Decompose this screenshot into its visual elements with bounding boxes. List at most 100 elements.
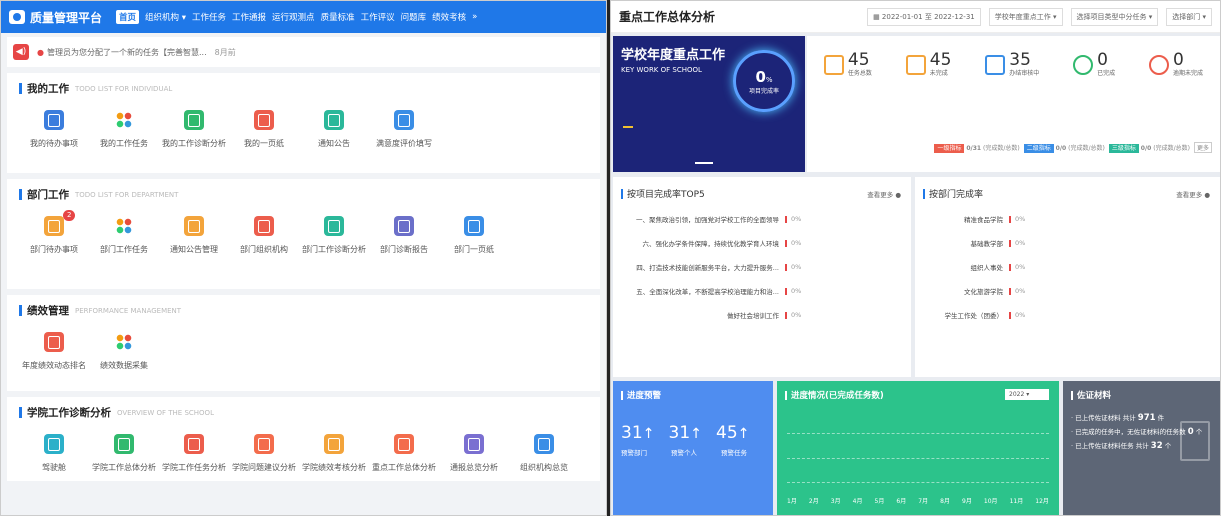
rank-row[interactable]: 组织人事处 0% — [923, 262, 1212, 272]
shortcut-item[interactable]: 学院绩效考核分析 — [299, 434, 369, 473]
app-brand[interactable]: 质量管理平台 — [9, 9, 102, 26]
shortcut-label: 部门诊断报告 — [380, 245, 428, 254]
shortcut-item[interactable]: 部门诊断报告 — [369, 216, 439, 255]
stat-tile[interactable]: 0 逾期未完成 — [1149, 52, 1203, 77]
stat-tile[interactable]: 45 任务总数 — [823, 52, 872, 77]
shortcut-item[interactable]: 部门工作诊断分析 — [299, 216, 369, 255]
structure-icon — [534, 434, 554, 454]
rank-row[interactable]: 基础教学部 0% — [923, 238, 1212, 248]
shortcut-item[interactable]: 学院工作总体分析 — [89, 434, 159, 473]
levels-more-button[interactable]: 更多 — [1193, 142, 1212, 153]
dept-more-link[interactable]: 查看更多 ● — [1176, 189, 1210, 199]
section-title: 学院工作诊断分析 — [27, 407, 111, 419]
section-card: 我的工作 TODO LIST FOR INDIVIDUAL 我的待办事项 我的工作任务… — [7, 73, 600, 173]
level-tag: 二级指标 — [1023, 144, 1054, 153]
section-subtitle: TODO LIST FOR INDIVIDUAL — [75, 84, 173, 93]
stat-tile[interactable]: 35 办结审核中 — [985, 52, 1039, 77]
stat-value: 45 — [929, 50, 952, 70]
dots-grid-icon — [114, 216, 134, 236]
shortcut-item[interactable]: 部门组织机构 — [229, 216, 299, 255]
year-select[interactable]: 2022 ▾ — [1005, 389, 1049, 400]
rank-row[interactable]: 一、聚焦政治引领，加强党对学校工作的全面领导 0% — [621, 214, 903, 224]
evidence-text: 已完成的任务中，无佐证材料的任务数 — [1075, 428, 1186, 436]
rank-label: 四、打造技术技能创新服务平台，大力提升服务... — [636, 264, 779, 272]
notice-time: 8月前 — [214, 47, 236, 57]
stat-tile[interactable]: 0 已完成 — [1073, 52, 1115, 77]
shortcut-label: 学院工作任务分析 — [162, 463, 226, 472]
shortcut-item[interactable]: 部门一页纸 — [439, 216, 509, 255]
warning-task-count[interactable]: 45↑ — [716, 423, 750, 443]
shortcut-item[interactable]: 2 部门待办事项 — [19, 210, 89, 255]
nav-bulletin[interactable]: 工作通报 — [232, 11, 266, 23]
level-indicator[interactable]: 三级指标 0/0 (完成数/总数) — [1108, 143, 1190, 153]
rank-bar — [1009, 215, 1011, 223]
rank-bar — [785, 287, 787, 295]
completion-unit: % — [765, 75, 773, 84]
shortcut-item[interactable]: 重点工作总体分析 — [369, 434, 439, 473]
rank-row[interactable]: 学生工作处（团委） 0% — [923, 310, 1212, 320]
key-work-analysis-panel: 重点工作总体分析 ▦ 2022-01-01 至 2022-12-31 学校年度重… — [610, 0, 1221, 516]
nav-tasks[interactable]: 工作任务 — [192, 11, 226, 23]
progress-chart-grid — [787, 433, 1049, 483]
stat-tile[interactable]: 45 未完成 — [905, 50, 952, 77]
department-select[interactable]: 选择部门 ▾ — [1166, 7, 1212, 26]
completion-label: 项目完成率 — [748, 87, 779, 95]
level-indicator[interactable]: 一级指标 0/31 (完成数/总数) — [934, 143, 1020, 153]
rank-row[interactable]: 六、强化办学条件保障，持续优化教学育人环境 0% — [621, 238, 903, 248]
rank-row[interactable]: 文化旅游学院 0% — [923, 286, 1212, 296]
shortcut-item[interactable]: 驾驶舱 — [19, 434, 89, 473]
shortcut-label: 部门工作诊断分析 — [302, 245, 366, 254]
shortcut-item[interactable]: 绩效数据采集 — [89, 332, 159, 371]
work-type-select[interactable]: 学校年度重点工作 ▾ — [988, 7, 1063, 26]
warning-dept-count[interactable]: 31↑ — [621, 423, 655, 443]
shortcut-item[interactable]: 组织机构总览 — [509, 434, 579, 473]
date-to: 2022-12-31 — [934, 12, 975, 21]
shortcut-label: 组织机构总览 — [520, 463, 568, 472]
rank-label: 五、全面深化改革，不断提高学校治理能力和治... — [636, 288, 779, 296]
date-range-picker[interactable]: ▦ 2022-01-01 至 2022-12-31 — [867, 7, 981, 26]
nav-standards[interactable]: 质量标准 — [321, 11, 355, 23]
level-indicator[interactable]: 二级指标 0/0 (完成数/总数) — [1023, 143, 1105, 153]
warning-person-count[interactable]: 31↑ — [669, 423, 703, 443]
stats-card: 45 任务总数 45 未完成 35 办结审核中 0 已完成 0 逾期未完成 一级… — [807, 36, 1220, 172]
nav-org[interactable]: 组织机构 ▾ — [145, 11, 186, 23]
shortcut-item[interactable]: 学院工作任务分析 — [159, 434, 229, 473]
check-icon — [1073, 54, 1094, 75]
rank-row[interactable]: 做好社会培训工作 0% — [621, 310, 903, 320]
shortcut-item[interactable]: 通知公告管理 — [159, 216, 229, 255]
nav-issues[interactable]: 问题库 — [401, 11, 427, 23]
page-icon — [464, 216, 484, 236]
nav-performance[interactable]: 绩效考核 — [432, 11, 466, 23]
rank-row[interactable]: 四、打造技术技能创新服务平台，大力提升服务... 0% — [621, 262, 903, 272]
key-work-hero: 学校年度重点工作 KEY WORK OF SCHOOL 0% 项目完成率 — [613, 36, 805, 172]
notice-bar[interactable]: ◀) ● 管理员为您分配了一个新的任务【完善智慧... 8月前 — [7, 37, 600, 67]
rank-row[interactable]: 五、全面深化改革，不断提高学校治理能力和治... 0% — [621, 286, 903, 296]
shortcut-item[interactable]: 学院问题建议分析 — [229, 434, 299, 473]
nav-review[interactable]: 工作评议 — [361, 11, 395, 23]
dept-card: 按部门完成率 查看更多 ● 精准食品学院 0% 基础教学部 0% 组织人事处 0% 文化旅游… — [915, 177, 1220, 377]
issue-icon — [254, 434, 274, 454]
level-note: (完成数/总数) — [983, 145, 1020, 152]
rank-pct: 0% — [1015, 263, 1026, 271]
nav-observation[interactable]: 运行观测点 — [272, 11, 315, 23]
month-tick: 9月 — [962, 498, 972, 505]
shortcut-item[interactable]: 我的工作诊断分析 — [159, 110, 229, 149]
shortcut-item[interactable]: 我的一页纸 — [229, 110, 299, 149]
nav-more[interactable]: » — [472, 12, 477, 22]
warning-dept-label: 预警部门 — [621, 449, 647, 457]
top5-more-link[interactable]: 查看更多 ● — [867, 189, 901, 199]
rank-pct: 0% — [1015, 215, 1026, 223]
shortcut-item[interactable]: 我的工作任务 — [89, 110, 159, 149]
shortcut-label: 通知公告 — [318, 139, 350, 148]
rank-pct: 0% — [1015, 311, 1026, 319]
rank-row[interactable]: 精准食品学院 0% — [923, 214, 1212, 224]
shortcut-item[interactable]: 通知公告 — [299, 110, 369, 149]
section-title: 部门工作 — [27, 189, 69, 201]
shortcut-item[interactable]: 满意度评价填写 — [369, 110, 439, 149]
shortcut-item[interactable]: 通报总览分析 — [439, 434, 509, 473]
shortcut-item[interactable]: 部门工作任务 — [89, 216, 159, 255]
shortcut-item[interactable]: 我的待办事项 — [19, 110, 89, 149]
project-type-select[interactable]: 选择项目类型中分任务 ▾ — [1070, 7, 1159, 26]
shortcut-item[interactable]: 年度绩效动态排名 — [19, 332, 89, 371]
nav-home[interactable]: 首页 — [116, 10, 140, 24]
